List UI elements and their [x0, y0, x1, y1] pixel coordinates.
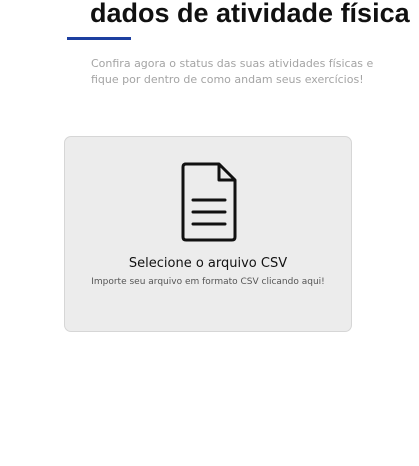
page-subtitle: Confira agora o status das suas atividad… — [91, 57, 374, 86]
upload-description: Importe seu arquivo em formato CSV clica… — [91, 277, 325, 287]
upload-title: Selecione o arquivo CSV — [128, 256, 288, 271]
title-underline — [67, 37, 131, 40]
page: dados de atividade física Confira agora … — [0, 0, 419, 466]
page-title: dados de atividade física — [90, 0, 410, 28]
csv-upload-dropzone[interactable]: Selecione o arquivo CSV Importe seu arqu… — [64, 136, 352, 332]
file-document-icon — [181, 162, 237, 242]
